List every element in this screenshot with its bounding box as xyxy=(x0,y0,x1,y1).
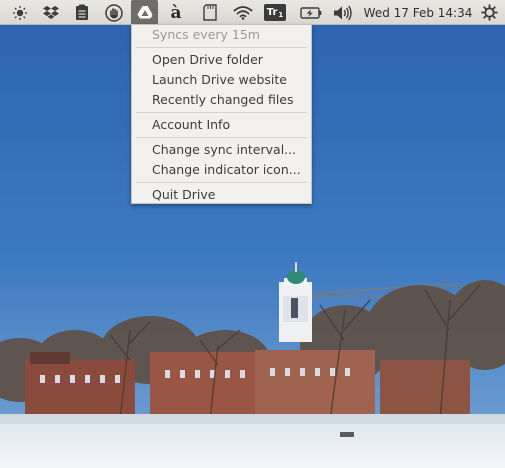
recently-changed-files-item[interactable]: Recently changed files xyxy=(152,90,307,110)
hand-icon[interactable] xyxy=(102,0,126,25)
change-sync-interval-item[interactable]: Change sync interval... xyxy=(152,140,307,160)
keyboard-layout-icon[interactable]: à xyxy=(166,0,186,25)
change-indicator-icon-item[interactable]: Change indicator icon... xyxy=(152,160,307,180)
menu-separator xyxy=(136,137,307,138)
quit-drive-item[interactable]: Quit Drive xyxy=(152,185,307,205)
menu-separator xyxy=(136,112,307,113)
clock[interactable]: Wed 17 Feb 14:34 xyxy=(364,0,473,25)
clipboard-icon[interactable] xyxy=(71,0,93,25)
dropbox-icon[interactable] xyxy=(40,0,62,25)
buildings xyxy=(25,350,470,418)
launch-drive-website-item[interactable]: Launch Drive website xyxy=(152,70,307,90)
translate-icon[interactable]: Tr 1 xyxy=(263,0,287,25)
google-drive-icon[interactable] xyxy=(131,0,158,25)
drive-indicator-menu: Syncs every 15m Open Drive folder Launch… xyxy=(131,24,312,204)
sd-card-icon[interactable] xyxy=(199,0,221,25)
menu-separator xyxy=(136,182,307,183)
volume-icon[interactable] xyxy=(331,0,355,25)
menu-separator xyxy=(136,47,307,48)
battery-icon[interactable] xyxy=(298,0,324,25)
open-drive-folder-item[interactable]: Open Drive folder xyxy=(152,50,307,70)
sync-status-label: Syncs every 15m xyxy=(152,27,260,42)
brightness-icon[interactable] xyxy=(9,0,31,25)
account-info-item[interactable]: Account Info xyxy=(152,115,307,135)
wifi-icon[interactable] xyxy=(232,0,254,25)
power-icon[interactable] xyxy=(478,0,500,25)
top-panel: à Tr 1 Wed 17 Feb 14:34 xyxy=(0,0,505,25)
